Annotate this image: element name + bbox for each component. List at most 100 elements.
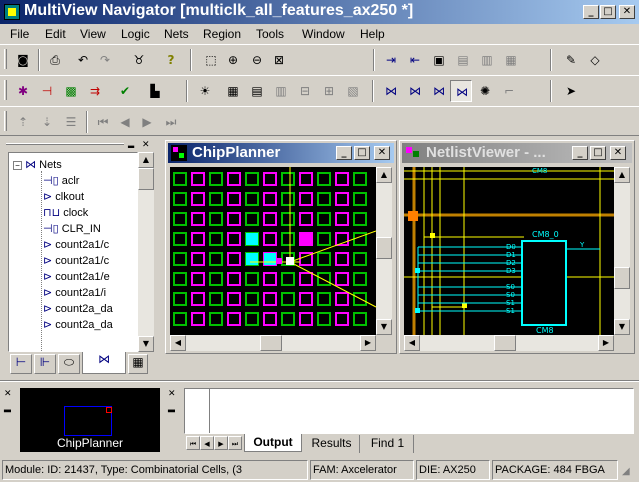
netlistviewer-close-button[interactable]: ✕	[610, 146, 626, 160]
app-icon[interactable]	[4, 4, 20, 20]
overview-close-icon[interactable]: ✕	[4, 388, 12, 399]
lock-button[interactable]: ▣	[428, 49, 450, 71]
chipplanner-titlebar[interactable]: ChipPlanner _ □ ✕	[168, 143, 394, 163]
move-button[interactable]: ⊟	[294, 80, 316, 102]
check-button[interactable]: ✔	[114, 80, 136, 102]
scroll-up-icon[interactable]: ▲	[376, 167, 392, 183]
import-button[interactable]: ⇥	[380, 49, 402, 71]
unlock-button[interactable]: ▥	[476, 49, 498, 71]
tree-item[interactable]: ⊳ count2a_da	[43, 301, 113, 317]
dock-close-icon[interactable]: ✕	[142, 140, 150, 149]
net-left-button[interactable]: ⋈	[380, 80, 402, 102]
tree-vscrollbar[interactable]: ▲ ▼	[138, 152, 154, 352]
scroll-up-icon[interactable]: ▲	[138, 152, 154, 168]
scroll-down-icon[interactable]: ▼	[138, 336, 154, 352]
toolbar-grip[interactable]	[4, 49, 7, 69]
scroll-down-icon[interactable]: ▼	[614, 319, 630, 335]
open-project-button[interactable]: ◙	[12, 49, 34, 71]
horizontal-splitter[interactable]	[0, 380, 639, 382]
netlist-view-button[interactable]: ⊣	[36, 80, 58, 102]
help-button[interactable]: ?	[160, 49, 182, 71]
new-region-button[interactable]: ☀	[194, 80, 216, 102]
assign-button[interactable]: ▥	[270, 80, 292, 102]
menu-region[interactable]: Region	[203, 27, 241, 41]
tree-item[interactable]: ⊳ count2a1/i	[43, 285, 106, 301]
menu-view[interactable]: View	[80, 27, 106, 41]
menu-logic[interactable]: Logic	[121, 27, 150, 41]
pointer-button[interactable]: ➤	[560, 80, 582, 102]
scroll-right-icon[interactable]: ▶	[598, 335, 614, 351]
chipplanner-hscrollbar[interactable]: ◀ ▶	[170, 335, 376, 351]
stack-button[interactable]: ☰	[60, 111, 82, 133]
tree-item[interactable]: ⊓⊔ clock	[43, 205, 88, 221]
tab-ports-icon[interactable]: ⊩	[34, 354, 56, 374]
print-button[interactable]: ⎙	[44, 49, 66, 71]
grid-button[interactable]: ▦	[222, 80, 244, 102]
scroll-thumb[interactable]	[260, 335, 282, 351]
net-both-button[interactable]: ⋈	[428, 80, 450, 102]
maximize-button[interactable]: □	[600, 5, 616, 19]
scroll-thumb[interactable]	[614, 267, 630, 289]
next-button[interactable]: ▶	[136, 111, 158, 133]
export-button[interactable]: ⇤	[404, 49, 426, 71]
netlistviewer-minimize-button[interactable]: _	[572, 146, 588, 160]
scroll-right-icon[interactable]: ▶	[360, 335, 376, 351]
chipplanner-vscrollbar[interactable]: ▲ ▼	[376, 167, 392, 335]
viewport-rect[interactable]	[64, 406, 112, 436]
place-button[interactable]: ⊞	[318, 80, 340, 102]
pencil-button[interactable]: ✎	[560, 49, 582, 71]
netlist-hscrollbar[interactable]: ◀ ▶	[404, 335, 614, 351]
tree-item[interactable]: ⊳ clkout	[43, 189, 84, 205]
output-pin-icon[interactable]: ▂	[168, 402, 175, 413]
nets-tree[interactable]: − ⋈ Nets ⊣▯ aclr ⊳ clkout ⊓⊔ clock ⊣▯ CL…	[8, 152, 138, 352]
tree-root[interactable]: − ⋈ Nets	[13, 157, 62, 173]
first-button[interactable]: ⏮	[92, 111, 114, 133]
collapse-icon[interactable]: −	[13, 161, 22, 170]
eraser-button[interactable]: ◇	[584, 49, 606, 71]
menu-edit[interactable]: Edit	[45, 27, 66, 41]
toolbar-grip[interactable]	[4, 111, 7, 131]
tab-macros-icon[interactable]: ⬭	[58, 354, 80, 374]
grid-small-button[interactable]: ▤	[246, 80, 268, 102]
level-up-button[interactable]: ⇡	[12, 111, 34, 133]
tab-results[interactable]: Results	[304, 435, 360, 453]
tab-nets-icon[interactable]: ⋈	[82, 352, 126, 374]
netlist-canvas[interactable]: CM8_0 CM8 CM8 D0 D1 D2 D3 S0 S0 S1 S1 Y	[404, 167, 614, 335]
tab-last-icon[interactable]: ⏭	[228, 436, 242, 450]
level-down-button[interactable]: ⇣	[36, 111, 58, 133]
tree-item[interactable]: ⊳ count2a1/c	[43, 253, 109, 269]
undo-button[interactable]: ↶	[72, 49, 94, 71]
chipplanner-canvas[interactable]	[170, 167, 376, 335]
scroll-thumb[interactable]	[138, 168, 154, 190]
scroll-thumb[interactable]	[494, 335, 516, 351]
tab-next-icon[interactable]: ▶	[214, 436, 228, 450]
tree-item[interactable]: ⊣▯ aclr	[43, 173, 79, 189]
netlistviewer-maximize-button[interactable]: □	[590, 146, 606, 160]
unlock-all-button[interactable]: ▦	[500, 49, 522, 71]
overview-canvas[interactable]: ChipPlanner	[20, 388, 160, 452]
zoom-in-button[interactable]: ⊕	[222, 49, 244, 71]
last-button[interactable]: ⏭	[160, 111, 182, 133]
menu-file[interactable]: File	[10, 27, 29, 41]
flow-button[interactable]: ⇉	[84, 80, 106, 102]
ratsnest-button[interactable]: ✺	[474, 80, 496, 102]
prev-button[interactable]: ◀	[114, 111, 136, 133]
tab-prev-icon[interactable]: ◀	[200, 436, 214, 450]
tab-hierarchy-icon[interactable]: ⊢	[10, 354, 32, 374]
net-right-button[interactable]: ⋈	[404, 80, 426, 102]
zoom-area-button[interactable]: ⬚	[200, 49, 222, 71]
corner-button[interactable]: ⌐	[498, 80, 520, 102]
output-text-area[interactable]	[184, 388, 634, 434]
tab-table-icon[interactable]: ▦	[128, 354, 148, 374]
scroll-up-icon[interactable]: ▲	[614, 167, 630, 183]
tab-first-icon[interactable]: ⏮	[186, 436, 200, 450]
minimize-button[interactable]: _	[583, 5, 599, 19]
chipplanner-close-button[interactable]: ✕	[374, 146, 390, 160]
find-button[interactable]: ♉	[128, 49, 150, 71]
overview-pin-icon[interactable]: ▂	[4, 402, 11, 413]
chip-cell-used[interactable]	[246, 253, 258, 265]
scroll-left-icon[interactable]: ◀	[170, 335, 186, 351]
tree-item[interactable]: ⊳ count2a_da	[43, 317, 113, 333]
chip-cell-used[interactable]	[264, 253, 276, 265]
menu-window[interactable]: Window	[302, 27, 345, 41]
